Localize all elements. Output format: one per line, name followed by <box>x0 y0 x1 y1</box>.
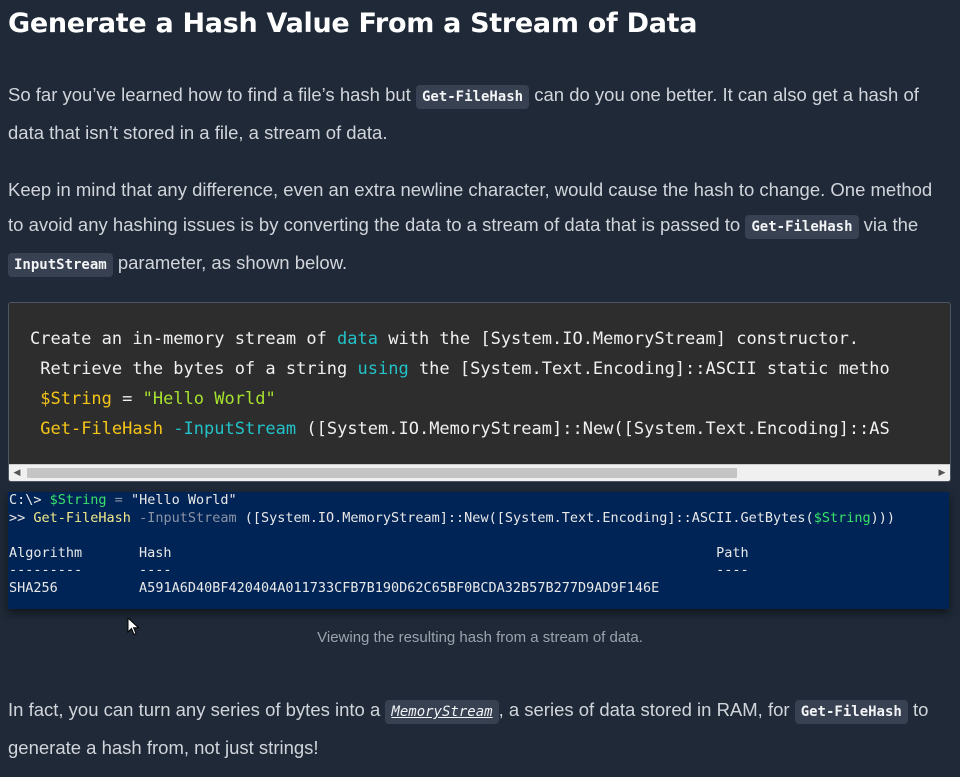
paragraph-text: via the <box>858 214 919 235</box>
paragraph-stream-explanation: Keep in mind that any difference, even a… <box>8 172 952 283</box>
paragraph-text: parameter, as shown below. <box>112 252 348 273</box>
code-text: Retrieve the bytes of a string <box>30 359 358 379</box>
code-lines: Create an in-memory stream of data with … <box>30 324 890 444</box>
section-heading: Generate a Hash Value From a Stream of D… <box>8 8 698 39</box>
inline-code-get-filehash: Get-FileHash <box>745 215 859 239</box>
paragraph-text: , a series of data stored in RAM, for <box>498 699 795 720</box>
code-keyword: data <box>337 329 378 349</box>
terminal-variable: $String <box>813 509 871 526</box>
terminal-table-header: Algorithm Hash Path <box>9 544 749 561</box>
mouse-pointer-icon <box>127 617 140 636</box>
code-line-1: Create an in-memory stream of data with … <box>30 329 859 349</box>
terminal-variable: $String <box>49 492 107 508</box>
memorystream-link[interactable]: MemoryStream <box>385 700 499 724</box>
terminal-operator: = <box>106 492 131 508</box>
terminal-line-2: >> Get-FileHash -InputStream ([System.IO… <box>9 510 895 526</box>
horizontal-scrollbar[interactable]: ◀ ▶ <box>9 464 950 481</box>
terminal-hash: A591A6D40BF420404A011733CFB7B190D62C65BF… <box>57 579 660 596</box>
paragraph-text: In fact, you can turn any series of byte… <box>8 699 386 720</box>
terminal-command: Get-FileHash <box>33 509 131 526</box>
inline-code-get-filehash: Get-FileHash <box>415 85 530 109</box>
code-line-2: Retrieve the bytes of a string using the… <box>30 359 890 379</box>
inline-code-get-filehash: Get-FileHash <box>794 700 908 724</box>
code-keyword: using <box>357 359 409 379</box>
terminal-expression: ))) <box>870 509 895 526</box>
code-string: "Hello World" <box>142 389 276 409</box>
terminal-string: "Hello World" <box>130 492 237 508</box>
code-command: Get-FileHash <box>40 419 164 439</box>
terminal-output: C:\> $String = "Hello World" >> Get-File… <box>9 492 895 597</box>
code-text: ([System.IO.MemoryStream]::New([System.T… <box>296 419 890 439</box>
paragraph-intro: So far you’ve learned how to find a file… <box>8 77 948 150</box>
scrollbar-thumb[interactable] <box>27 468 737 478</box>
paragraph-text: So far you’ve learned how to find a file… <box>8 84 416 105</box>
code-variable: $String <box>40 389 112 409</box>
terminal-parameter: -InputStream <box>130 509 237 526</box>
scroll-left-arrow-icon[interactable]: ◀ <box>9 465 25 481</box>
terminal-expression: ([System.IO.MemoryStream]::New([System.T… <box>236 509 814 526</box>
terminal-algorithm: SHA256 <box>9 579 58 596</box>
paragraph-memorystream: In fact, you can turn any series of byte… <box>8 692 952 765</box>
image-caption: Viewing the resulting hash from a stream… <box>317 629 643 646</box>
code-line-3: $String = "Hello World" <box>30 389 276 409</box>
code-line-4: Get-FileHash -InputStream ([System.IO.Me… <box>30 419 890 439</box>
powershell-screenshot: C:\> $String = "Hello World" >> Get-File… <box>8 492 949 609</box>
terminal-table-row: SHA256 A591A6D40BF420404A011733CFB7B190D… <box>9 580 659 596</box>
terminal-table-underline: --------- ---- ---- <box>9 562 749 578</box>
terminal-prompt: C:\> <box>9 492 50 508</box>
code-block[interactable]: Create an in-memory stream of data with … <box>8 302 951 482</box>
code-text: Create an in-memory stream of <box>30 329 338 349</box>
inline-code-inputstream: InputStream <box>8 253 113 277</box>
terminal-line-1: C:\> $String = "Hello World" <box>9 492 237 508</box>
code-text: the [System.Text.Encoding]::ASCII static… <box>408 359 890 379</box>
scroll-right-arrow-icon[interactable]: ▶ <box>934 465 950 481</box>
code-text: with the [System.IO.MemoryStream] constr… <box>378 329 860 349</box>
code-parameter: -InputStream <box>163 419 297 439</box>
code-text: = <box>111 389 143 409</box>
terminal-prompt: >> <box>9 509 34 526</box>
